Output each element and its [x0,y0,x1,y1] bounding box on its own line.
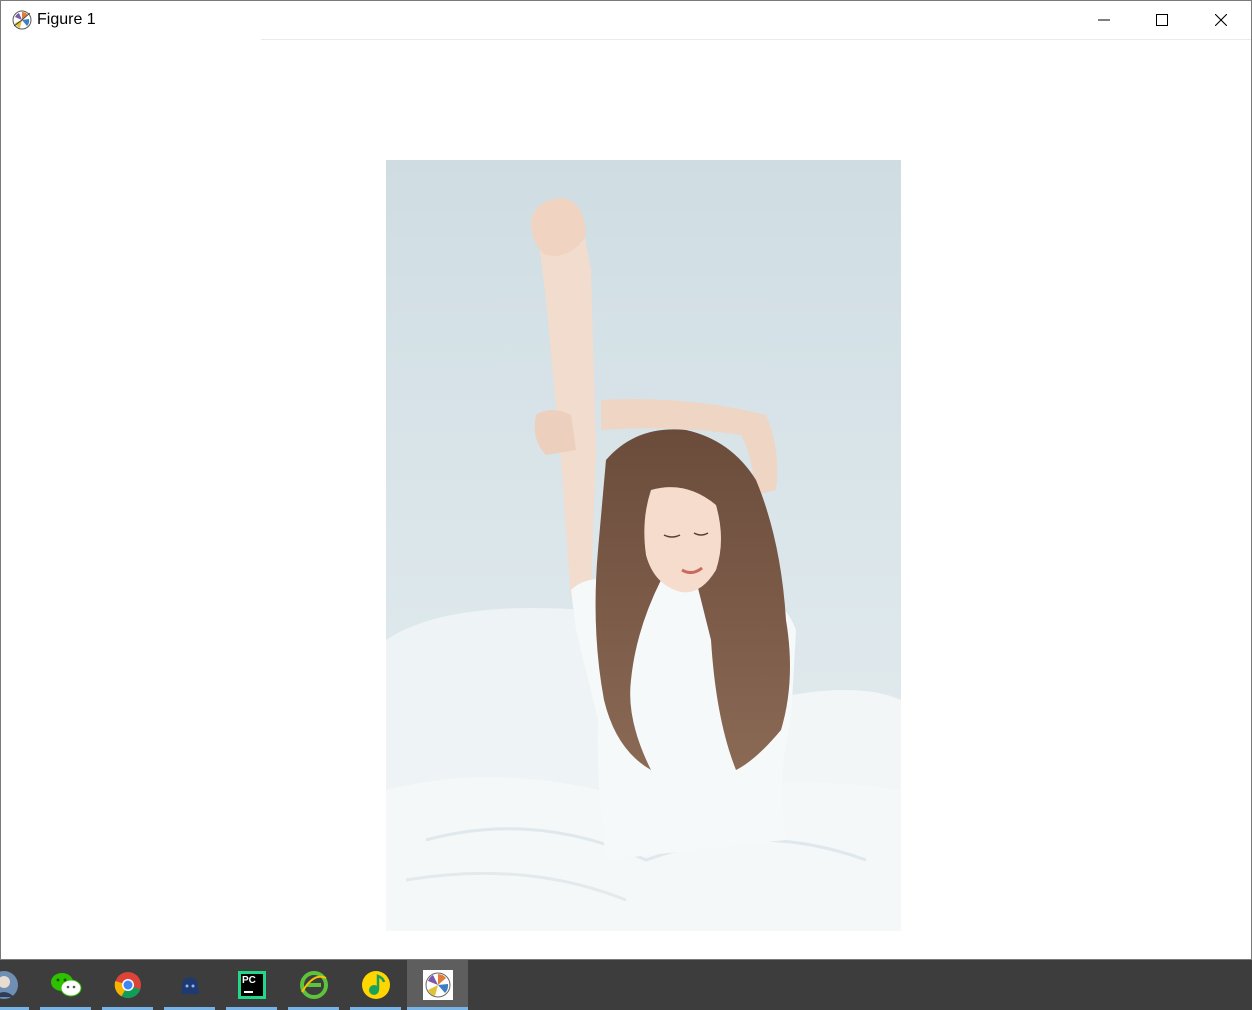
taskbar-item-chrome[interactable] [102,960,153,1010]
ie-browser-icon [299,971,328,999]
minimize-icon [1098,19,1110,21]
user-avatar-icon [0,971,18,999]
close-button[interactable] [1192,1,1250,39]
pycharm-label: PC [242,975,256,986]
taskbar-item-avatar[interactable] [0,960,29,1010]
taskbar: PC [0,960,1252,1010]
taskbar-item-wechat[interactable] [40,960,91,1010]
taskbar-item-pycharm[interactable]: PC [226,960,277,1010]
maximize-button[interactable] [1133,1,1191,39]
title-bar[interactable]: Figure 1 [1,1,1251,39]
maximize-icon [1156,14,1168,26]
taskbar-item-figure[interactable] [407,960,468,1010]
matplotlib-figure-icon [422,970,453,1000]
close-icon [1215,14,1227,26]
wechat-icon [50,973,81,997]
taskbar-item-ie[interactable] [288,960,339,1010]
qq-music-icon [361,971,390,999]
chrome-icon [114,972,141,999]
taskbar-item-blue-app[interactable] [164,960,215,1010]
minimize-button[interactable] [1075,1,1133,39]
displayed-photo [386,160,901,931]
window-title: Figure 1 [37,11,96,28]
figure-window: Figure 1 [0,0,1252,960]
taskbar-item-qqmusic[interactable] [350,960,401,1010]
blue-app-icon [180,977,199,994]
figure-canvas[interactable] [2,40,1251,959]
matplotlib-logo-icon [12,10,32,30]
